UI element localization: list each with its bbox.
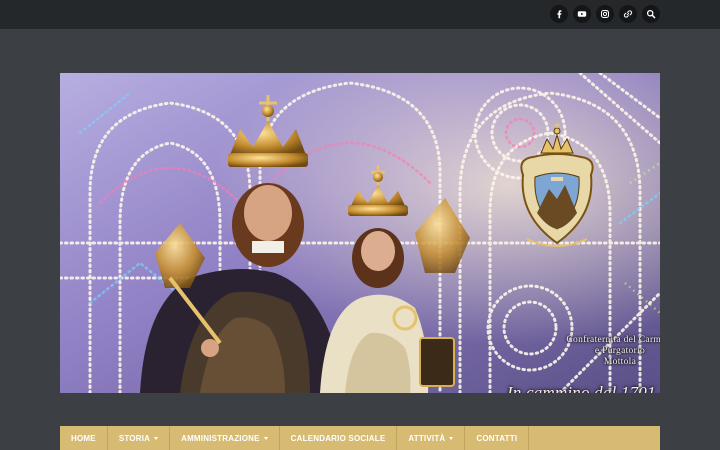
link-button[interactable] bbox=[619, 5, 637, 23]
nav-item-label: AMMINISTRAZIONE bbox=[181, 433, 260, 443]
link-icon bbox=[623, 10, 633, 18]
search-button[interactable] bbox=[642, 5, 660, 23]
caret-down-icon bbox=[263, 437, 268, 440]
main-nav: HOME STORIA AMMINISTRAZIONE CALENDARIO S… bbox=[60, 426, 660, 450]
social-links bbox=[550, 5, 660, 23]
nav-item-label: HOME bbox=[71, 433, 96, 443]
instagram-button[interactable] bbox=[596, 5, 614, 23]
brand-line-1: Confraternita del Carmine bbox=[566, 335, 660, 345]
nav-item-label: CONTATTI bbox=[476, 433, 518, 443]
youtube-button[interactable] bbox=[573, 5, 591, 23]
top-bar bbox=[0, 0, 720, 29]
brand-line-2: e Purgatorio bbox=[594, 346, 646, 356]
nav-item-storia[interactable]: STORIA bbox=[108, 426, 171, 450]
nav-item-label: ATTIVITÀ bbox=[408, 433, 446, 443]
facebook-icon bbox=[557, 10, 562, 19]
youtube-icon bbox=[577, 11, 587, 17]
nav-item-contatti[interactable]: CONTATTI bbox=[465, 426, 530, 450]
instagram-icon bbox=[601, 10, 609, 18]
facebook-button[interactable] bbox=[550, 5, 568, 23]
nav-item-label: CALENDARIO SOCIALE bbox=[290, 433, 386, 443]
brand-line-3: Mottola bbox=[603, 357, 637, 367]
brand-title: Confraternita del Carmine e Purgatorio M… bbox=[548, 335, 660, 368]
search-icon bbox=[646, 9, 656, 19]
nav-item-attivita[interactable]: ATTIVITÀ bbox=[397, 426, 466, 450]
nav-item-home[interactable]: HOME bbox=[60, 426, 108, 450]
nav-item-label: STORIA bbox=[118, 433, 151, 443]
nav-item-calendario-sociale[interactable]: CALENDARIO SOCIALE bbox=[280, 426, 398, 450]
caret-down-icon bbox=[154, 437, 159, 440]
banner-tagline: In cammino dal 1701... bbox=[506, 383, 660, 393]
nav-item-amministrazione[interactable]: AMMINISTRAZIONE bbox=[170, 426, 280, 450]
header-banner[interactable]: Confraternita del Carmine e Purgatorio M… bbox=[60, 73, 660, 393]
caret-down-icon bbox=[449, 437, 454, 440]
